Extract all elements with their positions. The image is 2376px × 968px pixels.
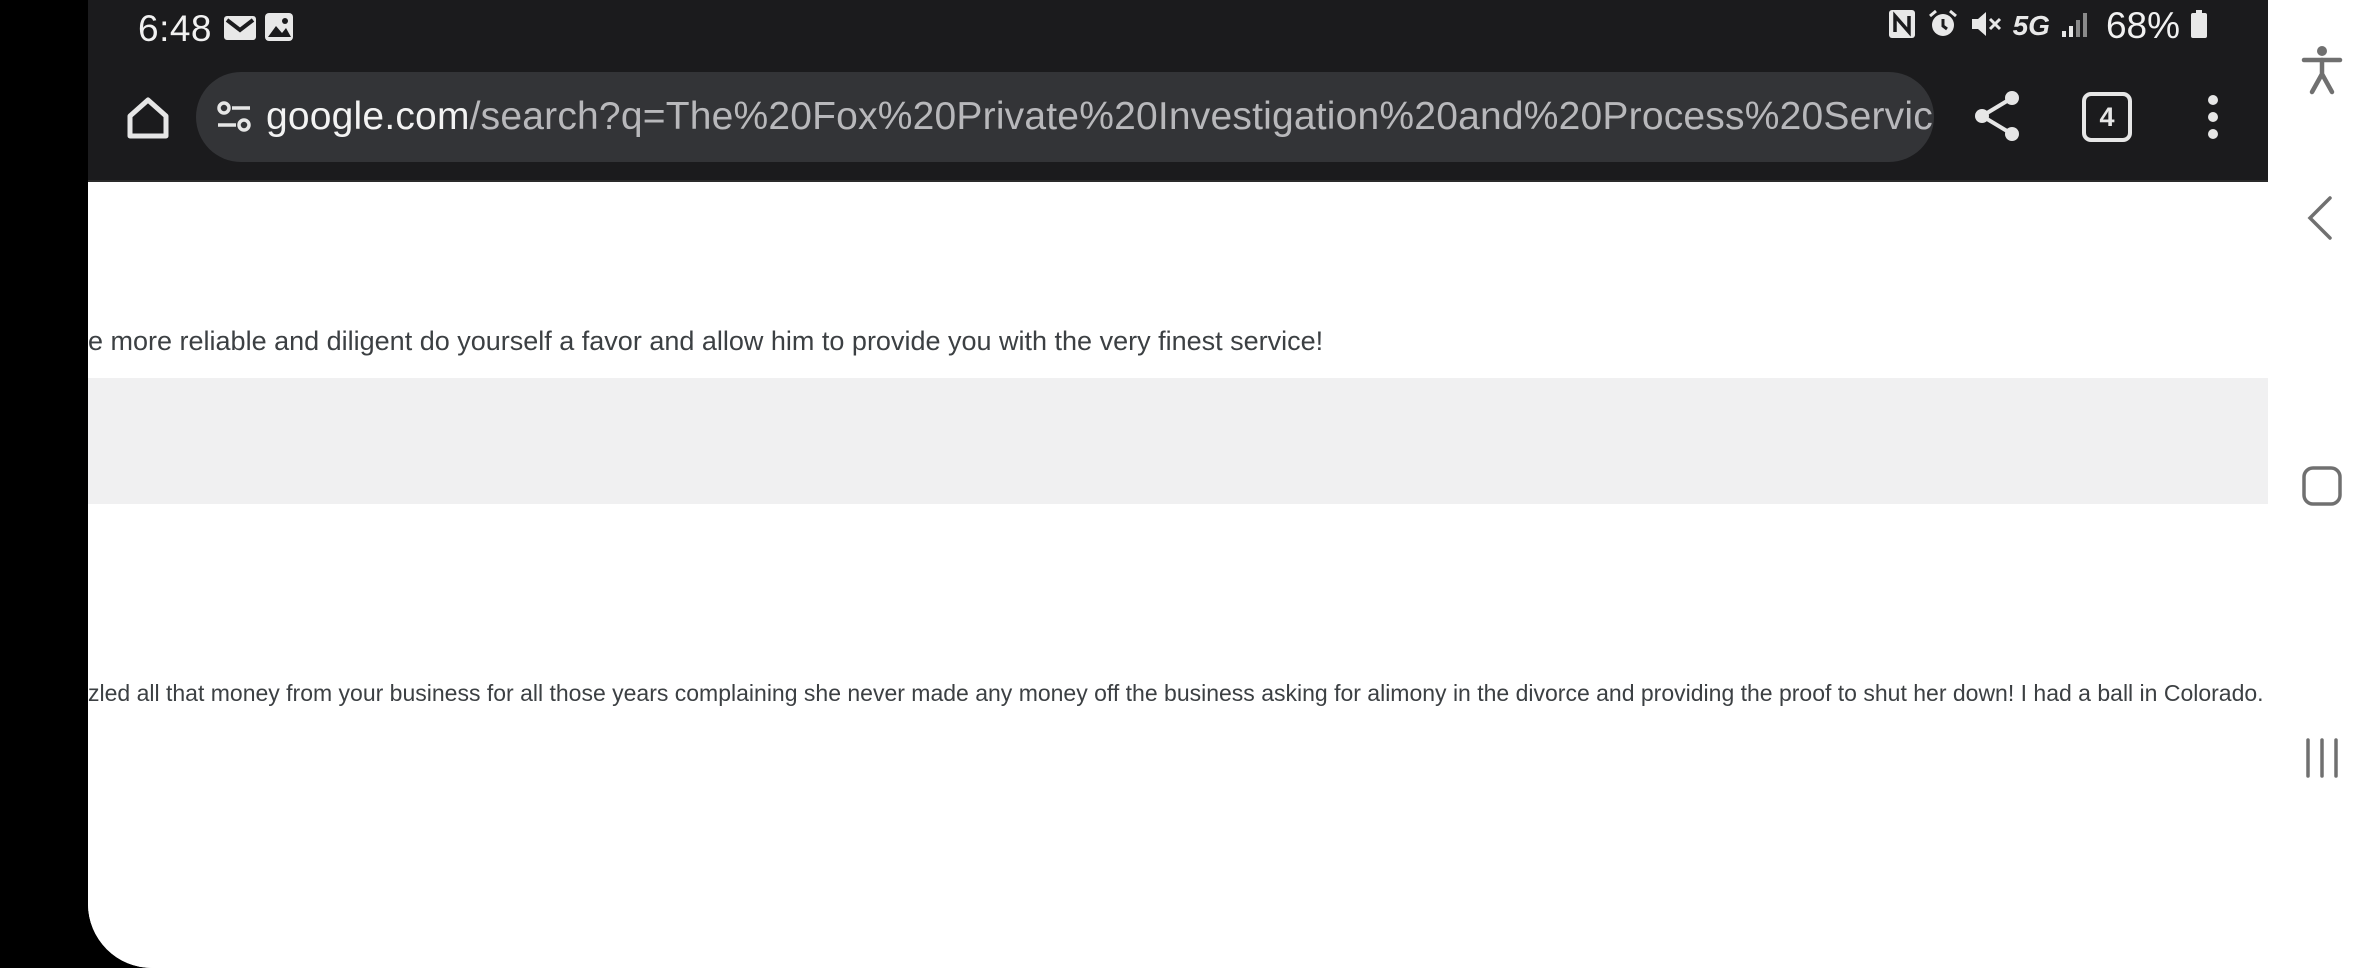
battery-icon xyxy=(2190,9,2208,44)
accessibility-button[interactable] xyxy=(2294,42,2350,98)
browser-screen: 6:48 5G 68% google.com/search?q=The%20Fo… xyxy=(88,0,2268,968)
recents-button[interactable] xyxy=(2294,730,2350,786)
home-icon xyxy=(127,97,169,139)
site-settings-icon[interactable] xyxy=(210,92,260,142)
content-separator-band xyxy=(88,378,2268,504)
status-time: 6:48 xyxy=(138,8,213,49)
system-nav-bar xyxy=(2268,0,2376,968)
browser-toolbar: 6:48 5G 68% google.com/search?q=The%20Fo… xyxy=(88,0,2268,182)
review-text: zled all that money from your business f… xyxy=(88,680,2264,706)
home-nav-button[interactable] xyxy=(2294,458,2350,514)
back-button[interactable] xyxy=(2294,190,2350,246)
mute-icon xyxy=(1969,8,2003,45)
status-icons: 5G 68% xyxy=(1887,4,2208,48)
overflow-menu-button[interactable] xyxy=(2198,94,2228,140)
signal-icon xyxy=(2060,9,2090,44)
url-text[interactable]: google.com/search?q=The%20Fox%20Private%… xyxy=(266,72,1934,162)
nfc-icon xyxy=(1887,8,1917,45)
alarm-icon xyxy=(1927,8,1959,45)
gallery-icon xyxy=(264,12,294,47)
more-vert-icon xyxy=(2208,95,2218,139)
back-chevron-icon xyxy=(2307,196,2332,240)
review-text: e more reliable and diligent do yourself… xyxy=(88,326,1324,356)
address-bar[interactable]: google.com/search?q=The%20Fox%20Private%… xyxy=(196,72,1934,162)
accessibility-icon xyxy=(2301,46,2343,95)
gmail-icon xyxy=(223,14,257,47)
tab-switcher-button[interactable]: 4 xyxy=(2082,92,2132,142)
share-button[interactable] xyxy=(1968,86,2028,146)
battery-percent: 68% xyxy=(2105,5,2180,46)
home-button[interactable] xyxy=(118,88,178,148)
page-content: e more reliable and diligent do yourself… xyxy=(88,182,2268,968)
5g-icon: 5G xyxy=(2012,10,2050,41)
url-path: /search?q=The%20Fox%20Private%20Investig… xyxy=(469,95,1934,138)
recents-icon xyxy=(2306,738,2338,778)
url-domain: google.com xyxy=(266,95,470,138)
home-square-icon xyxy=(2302,466,2342,506)
share-icon xyxy=(1975,91,2019,141)
